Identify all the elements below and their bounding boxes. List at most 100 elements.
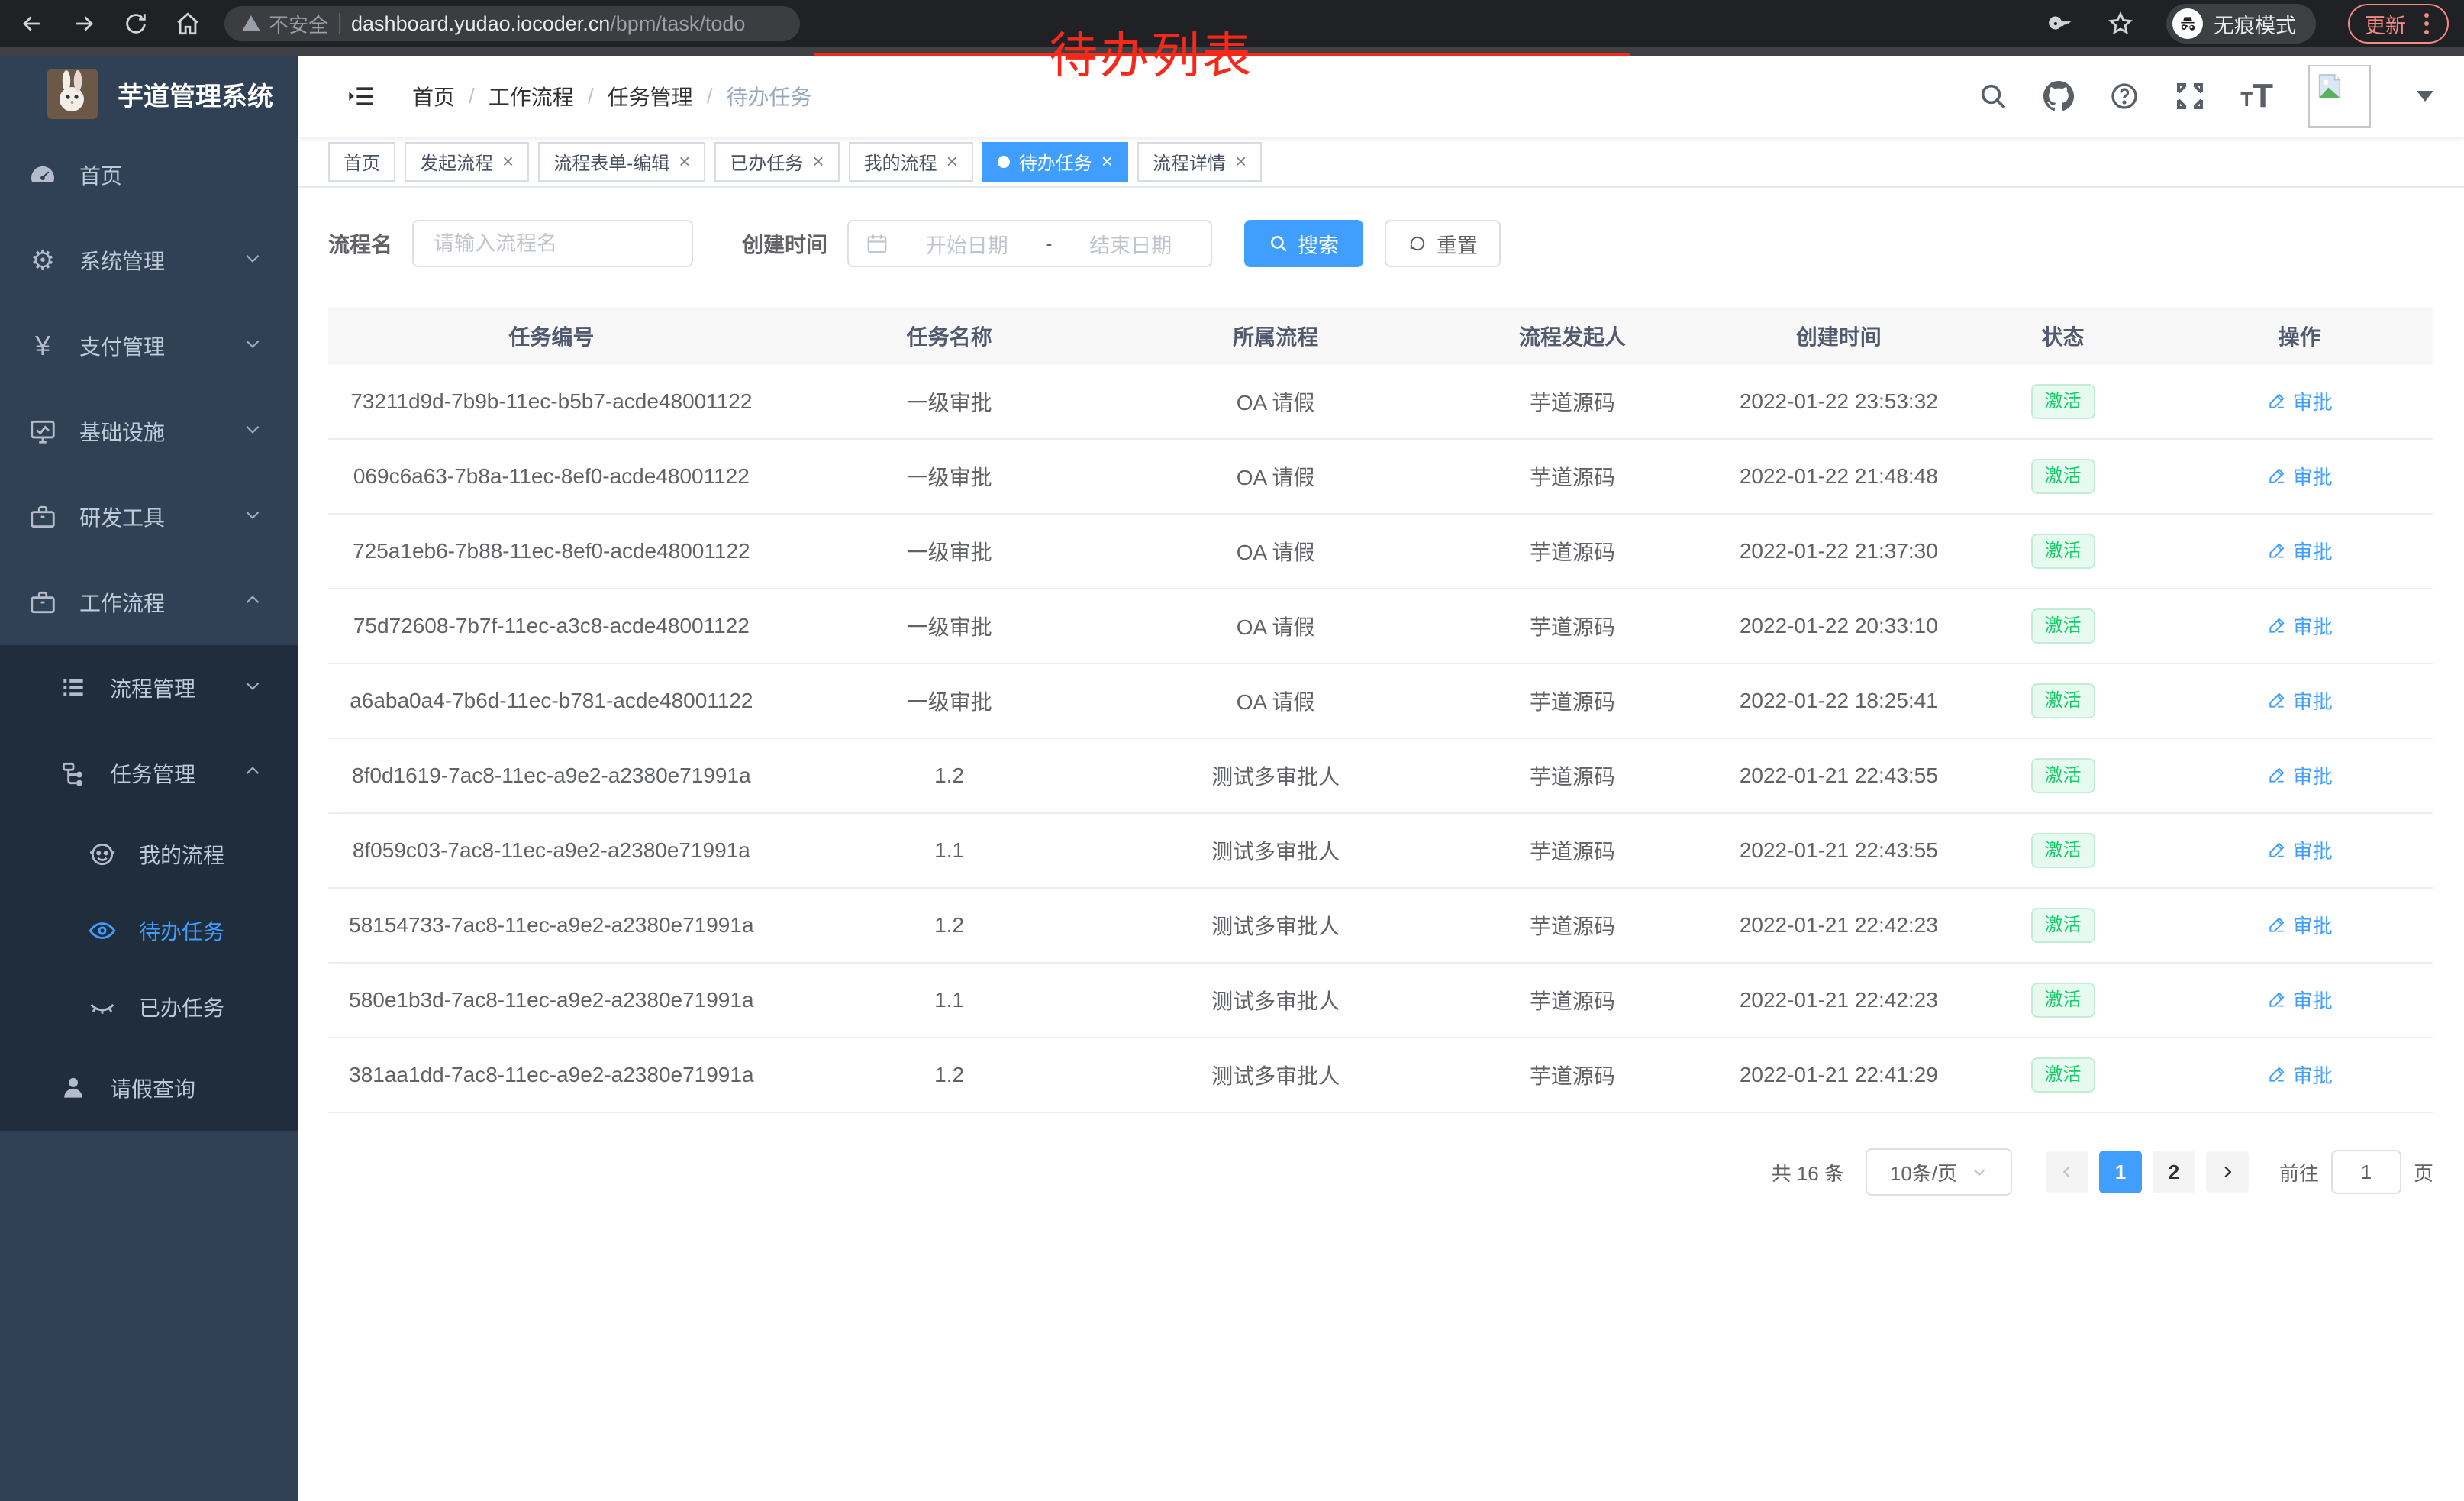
status-badge: 激活 (2031, 384, 2095, 419)
breadcrumb-item[interactable]: 首页 (412, 81, 455, 111)
app-logo[interactable]: 芋道管理系统 (0, 56, 298, 132)
back-icon[interactable] (18, 10, 46, 37)
task-table: 任务编号 任务名称 所属流程 流程发起人 创建时间 状态 操作 73211d9d… (328, 307, 2433, 1113)
search-button[interactable]: 搜索 (1244, 220, 1363, 267)
date-range-picker[interactable]: 开始日期 - 结束日期 (847, 220, 1212, 267)
forward-icon[interactable] (70, 10, 98, 37)
tab-form-edit[interactable]: 流程表单-编辑 × (538, 142, 705, 182)
approve-button[interactable]: 审批 (2267, 986, 2333, 1014)
sidebar-item-leave-query[interactable]: 请假查询 (0, 1045, 298, 1131)
table-body: 73211d9d-7b9b-11ec-b5b7-acde48001122 一级审… (328, 365, 2433, 1113)
fullscreen-icon[interactable] (2175, 81, 2205, 111)
site-security[interactable]: 不安全 (241, 10, 328, 38)
tab-my-process[interactable]: 我的流程 × (849, 142, 973, 182)
table-row: 75d72608-7b7f-11ec-a3c8-acde48001122 一级审… (328, 589, 2433, 664)
breadcrumb-item[interactable]: 工作流程 (489, 81, 574, 111)
goto-unit: 页 (2414, 1158, 2433, 1186)
face-icon (85, 840, 119, 869)
reset-button[interactable]: 重置 (1385, 220, 1501, 267)
breadcrumb-item[interactable]: 任务管理 (608, 81, 693, 111)
sidebar-item-infrastructure[interactable]: 基础设施 (0, 389, 298, 474)
gear-icon: ⚙ (26, 247, 60, 274)
chevron-down-icon (243, 334, 263, 359)
password-key-icon[interactable] (2047, 10, 2075, 37)
goto-page-input[interactable] (2331, 1150, 2401, 1194)
approve-button[interactable]: 审批 (2267, 462, 2333, 490)
sidebar-item-payment[interactable]: ¥ 支付管理 (0, 303, 298, 389)
breadcrumb-separator: / (707, 84, 713, 108)
close-icon[interactable]: × (812, 150, 824, 173)
close-icon[interactable]: × (1235, 150, 1247, 173)
warning-icon (241, 14, 261, 34)
close-icon[interactable]: × (1101, 150, 1113, 173)
create-time-label: 创建时间 (742, 228, 827, 259)
sidebar-item-home[interactable]: 首页 (0, 132, 298, 218)
edit-icon (2267, 840, 2287, 860)
page-size-select[interactable]: 10条/页 (1866, 1148, 2012, 1196)
sidebar-item-process-management[interactable]: 流程管理 (0, 645, 298, 731)
close-icon[interactable]: × (502, 150, 514, 173)
tab-done-tasks[interactable]: 已办任务 × (714, 142, 839, 182)
sidebar-item-workflow[interactable]: 工作流程 (0, 560, 298, 645)
approve-button[interactable]: 审批 (2267, 612, 2333, 640)
next-page-button[interactable] (2206, 1151, 2249, 1193)
top-navbar: 首页 / 工作流程 / 任务管理 / 待办任务 (298, 56, 2464, 137)
process-name-input[interactable] (412, 220, 693, 267)
approve-button[interactable]: 审批 (2267, 387, 2333, 415)
search-icon[interactable] (1978, 81, 2008, 111)
status-badge: 激活 (2031, 983, 2095, 1018)
edit-icon (2267, 615, 2287, 635)
status-badge: 激活 (2031, 459, 2095, 494)
bookmark-star-icon[interactable] (2107, 10, 2134, 37)
status-badge: 激活 (2031, 758, 2095, 793)
sidebar-item-dev-tools[interactable]: 研发工具 (0, 474, 298, 560)
edit-icon (2267, 915, 2287, 934)
page-button-2[interactable]: 2 (2153, 1151, 2195, 1193)
list-icon (56, 673, 90, 702)
tab-home[interactable]: 首页 (328, 142, 395, 182)
sidebar-item-done-tasks[interactable]: 已办任务 (0, 969, 298, 1045)
github-icon[interactable] (2043, 81, 2074, 111)
sidebar-menu: 首页 ⚙ 系统管理 ¥ 支付管理 基础设施 (0, 132, 298, 1131)
approve-button[interactable]: 审批 (2267, 686, 2333, 715)
sidebar-item-task-management[interactable]: 任务管理 (0, 731, 298, 816)
url-divider (339, 13, 340, 34)
help-icon[interactable] (2109, 81, 2140, 111)
app-title: 芋道管理系统 (118, 76, 273, 113)
close-icon[interactable]: × (947, 150, 958, 173)
dashboard-icon (26, 160, 60, 189)
sidebar-item-todo-tasks[interactable]: 待办任务 (0, 893, 298, 969)
approve-button[interactable]: 审批 (2267, 537, 2333, 565)
avatar[interactable] (2308, 65, 2371, 128)
tab-process-detail[interactable]: 流程详情 × (1137, 142, 1262, 182)
font-size-icon[interactable]: TT (2240, 81, 2273, 111)
browser-menu-icon[interactable] (2421, 13, 2432, 34)
approve-button[interactable]: 审批 (2267, 836, 2333, 864)
reload-icon[interactable] (122, 10, 150, 37)
home-icon[interactable] (174, 10, 202, 37)
edit-icon (2267, 1064, 2287, 1084)
page-button-1[interactable]: 1 (2099, 1151, 2142, 1193)
browser-update-button[interactable]: 更新 (2348, 4, 2449, 44)
sidebar-collapse-icon[interactable] (343, 78, 380, 115)
address-bar[interactable]: 不安全 dashboard.yudao.iocoder.cn/bpm/task/… (224, 6, 800, 41)
edit-icon (2267, 765, 2287, 785)
approve-button[interactable]: 审批 (2267, 911, 2333, 939)
chevron-left-icon (2059, 1164, 2075, 1180)
approve-button[interactable]: 审批 (2267, 761, 2333, 789)
table-row: a6aba0a4-7b6d-11ec-b781-acde48001122 一级审… (328, 664, 2433, 739)
approve-button[interactable]: 审批 (2267, 1060, 2333, 1089)
sidebar-item-my-process[interactable]: 我的流程 (0, 816, 298, 893)
range-separator: - (1046, 232, 1053, 256)
tab-todo-tasks[interactable]: 待办任务 × (982, 142, 1128, 182)
table-row: 8f059c03-7ac8-11ec-a9e2-a2380e71991a 1.1… (328, 814, 2433, 889)
screen: 不安全 dashboard.yudao.iocoder.cn/bpm/task/… (0, 0, 2464, 1501)
sidebar-item-system[interactable]: ⚙ 系统管理 (0, 218, 298, 303)
tab-start-process[interactable]: 发起流程 × (405, 142, 529, 182)
prev-page-button[interactable] (2046, 1151, 2088, 1193)
goto-label: 前往 (2279, 1158, 2319, 1186)
briefcase-icon (26, 588, 60, 617)
avatar-dropdown-caret[interactable] (2417, 91, 2433, 102)
chevron-down-icon (243, 419, 263, 444)
close-icon[interactable]: × (679, 150, 690, 173)
